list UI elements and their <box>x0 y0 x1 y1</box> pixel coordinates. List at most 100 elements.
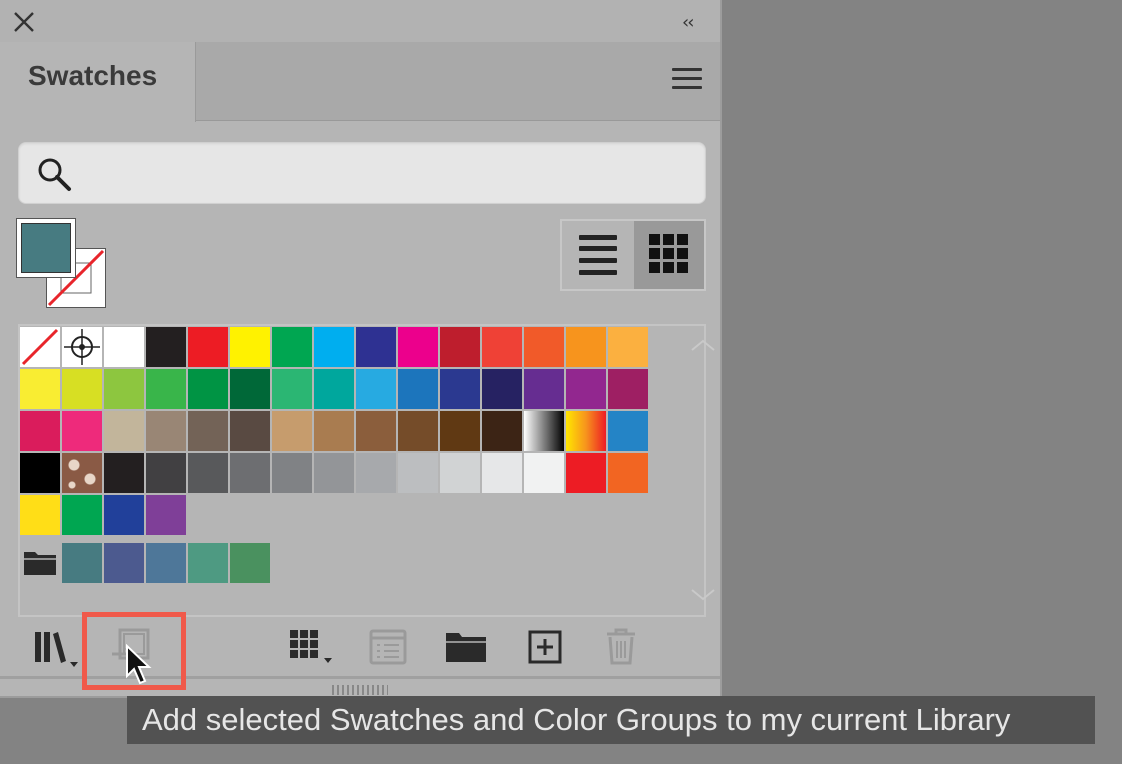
swatch[interactable] <box>356 369 396 409</box>
tooltip-text: Add selected Swatches and Color Groups t… <box>142 702 1011 737</box>
swatch[interactable] <box>398 369 438 409</box>
swatch[interactable] <box>188 369 228 409</box>
list-view-icon <box>579 235 617 275</box>
swatches-panel: ‹‹ Swatches <box>0 0 722 698</box>
new-color-group-icon[interactable] <box>444 628 488 664</box>
swatch[interactable] <box>230 327 270 367</box>
swatch[interactable] <box>482 327 522 367</box>
swatch[interactable] <box>398 453 438 493</box>
swatch[interactable] <box>188 327 228 367</box>
group-swatch[interactable] <box>230 543 270 583</box>
swatch-grid <box>18 324 715 617</box>
swatch[interactable] <box>314 327 354 367</box>
swatch[interactable] <box>104 453 144 493</box>
swatch[interactable] <box>566 327 606 367</box>
swatch[interactable] <box>188 453 228 493</box>
swatch[interactable] <box>146 453 186 493</box>
swatch[interactable] <box>356 327 396 367</box>
swatch[interactable] <box>440 327 480 367</box>
fill-stroke-control[interactable] <box>16 218 110 310</box>
swatch[interactable] <box>104 369 144 409</box>
fill-color <box>21 223 71 273</box>
swatch[interactable] <box>20 369 60 409</box>
swatch-registration[interactable] <box>62 327 102 367</box>
swatch-gradient-orange-yellow[interactable] <box>566 411 606 451</box>
swatch[interactable] <box>104 411 144 451</box>
swatch[interactable] <box>230 411 270 451</box>
swatch[interactable] <box>104 327 144 367</box>
tab-swatches[interactable]: Swatches <box>0 42 196 122</box>
swatch-gradient-black-white[interactable] <box>524 411 564 451</box>
new-swatch-icon[interactable] <box>526 628 566 668</box>
swatch[interactable] <box>146 411 186 451</box>
swatch-none[interactable] <box>20 327 60 367</box>
swatch[interactable] <box>524 453 564 493</box>
scroll-up-icon[interactable] <box>690 338 716 352</box>
fill-swatch[interactable] <box>16 218 76 278</box>
panel-titlebar: ‹‹ <box>0 0 720 42</box>
swatch[interactable] <box>566 453 606 493</box>
tab-label: Swatches <box>28 60 158 91</box>
swatch[interactable] <box>272 369 312 409</box>
swatch[interactable] <box>146 495 186 535</box>
swatch[interactable] <box>272 411 312 451</box>
swatch-pattern[interactable] <box>62 453 102 493</box>
swatch[interactable] <box>20 453 60 493</box>
swatch[interactable] <box>482 369 522 409</box>
swatch[interactable] <box>62 495 102 535</box>
swatch[interactable] <box>398 411 438 451</box>
swatch[interactable] <box>230 369 270 409</box>
grid-view-icon <box>649 234 688 273</box>
swatch[interactable] <box>20 495 60 535</box>
swatch[interactable] <box>440 453 480 493</box>
swatch[interactable] <box>62 369 102 409</box>
swatch-options-icon[interactable] <box>368 628 408 668</box>
swatch[interactable] <box>272 327 312 367</box>
swatch[interactable] <box>482 411 522 451</box>
swatch[interactable] <box>440 411 480 451</box>
swatch[interactable] <box>188 411 228 451</box>
swatch[interactable] <box>146 327 186 367</box>
swatch[interactable] <box>314 453 354 493</box>
tab-row: Swatches <box>0 42 720 122</box>
collapse-panel-icon[interactable]: ‹‹ <box>682 12 694 33</box>
swatch[interactable] <box>104 495 144 535</box>
swatch-libraries-menu-icon[interactable] <box>32 628 82 668</box>
swatch[interactable] <box>524 327 564 367</box>
search-icon <box>38 158 71 191</box>
group-swatch[interactable] <box>146 543 186 583</box>
swatch[interactable] <box>398 327 438 367</box>
swatch[interactable] <box>482 453 522 493</box>
tooltip: Add selected Swatches and Color Groups t… <box>127 696 1095 744</box>
swatch[interactable] <box>608 327 648 367</box>
show-swatch-kinds-icon[interactable] <box>288 628 336 668</box>
swatch[interactable] <box>608 411 648 451</box>
panel-menu-icon[interactable] <box>672 68 702 92</box>
swatch[interactable] <box>608 453 648 493</box>
swatch[interactable] <box>524 369 564 409</box>
swatch[interactable] <box>230 453 270 493</box>
close-icon[interactable] <box>12 10 36 34</box>
group-swatch[interactable] <box>188 543 228 583</box>
swatch[interactable] <box>314 369 354 409</box>
swatch[interactable] <box>146 369 186 409</box>
swatch[interactable] <box>20 411 60 451</box>
group-swatch[interactable] <box>104 543 144 583</box>
swatch[interactable] <box>566 369 606 409</box>
swatch[interactable] <box>356 453 396 493</box>
swatch[interactable] <box>608 369 648 409</box>
swatch[interactable] <box>314 411 354 451</box>
swatch[interactable] <box>440 369 480 409</box>
grid-view-button[interactable] <box>634 221 704 289</box>
swatch[interactable] <box>356 411 396 451</box>
color-group-folder-icon[interactable] <box>23 548 57 576</box>
delete-swatch-icon[interactable] <box>604 626 638 666</box>
list-view-button[interactable] <box>562 221 634 289</box>
view-toggle <box>560 219 706 291</box>
resize-grip-icon[interactable] <box>332 685 388 695</box>
swatch[interactable] <box>62 411 102 451</box>
search-field[interactable] <box>18 142 706 204</box>
swatch[interactable] <box>272 453 312 493</box>
scroll-down-icon[interactable] <box>690 588 716 602</box>
group-swatch[interactable] <box>62 543 102 583</box>
